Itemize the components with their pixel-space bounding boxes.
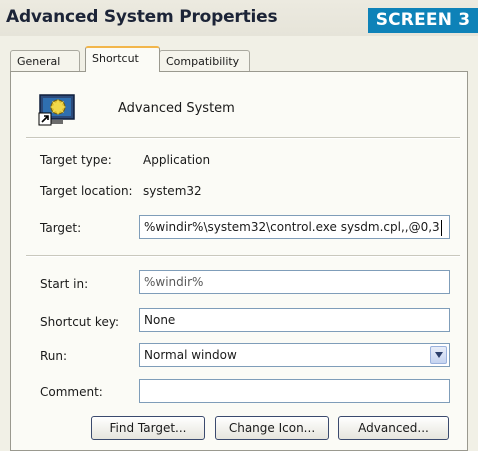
run-select[interactable]: Normal window xyxy=(139,343,450,367)
chevron-down-icon[interactable] xyxy=(430,346,447,364)
screen-badge: SCREEN 3 xyxy=(368,8,478,33)
start-in-field[interactable]: %windir% xyxy=(139,270,450,294)
target-field[interactable]: %windir%\system32\control.exe sysdm.cpl,… xyxy=(139,215,450,239)
window-title: Advanced System Properties xyxy=(6,7,278,27)
comment-label: Comment: xyxy=(40,385,103,399)
comment-field[interactable] xyxy=(139,379,450,403)
shortcut-key-field[interactable]: None xyxy=(139,308,450,332)
shortcut-name: Advanced System xyxy=(118,101,235,116)
find-target-button[interactable]: Find Target... xyxy=(91,416,205,440)
shortcut-key-label: Shortcut key: xyxy=(40,315,120,329)
start-in-label: Start in: xyxy=(40,277,89,291)
tab-compatibility[interactable]: Compatibility xyxy=(159,50,250,72)
run-label: Run: xyxy=(40,349,68,363)
target-label: Target: xyxy=(40,221,82,235)
text-caret xyxy=(440,219,442,236)
target-type-value: Application xyxy=(143,153,211,167)
shortcut-app-icon xyxy=(38,94,75,126)
run-select-value: Normal window xyxy=(144,348,237,362)
tab-general[interactable]: General xyxy=(10,50,80,72)
target-location-value: system32 xyxy=(143,184,202,198)
tab-shortcut[interactable]: Shortcut xyxy=(85,46,160,72)
divider-top xyxy=(26,137,460,139)
change-icon-button[interactable]: Change Icon... xyxy=(215,416,329,440)
target-field-text: %windir%\system32\control.exe sysdm.cpl,… xyxy=(144,220,440,234)
title-bar: Advanced System Properties SCREEN 3 xyxy=(0,0,478,36)
target-location-label: Target location: xyxy=(40,184,133,198)
target-type-label: Target type: xyxy=(40,153,112,167)
advanced-button[interactable]: Advanced... xyxy=(338,416,449,440)
divider-middle xyxy=(26,255,460,257)
tab-strip: General Shortcut Compatibility xyxy=(10,44,470,72)
